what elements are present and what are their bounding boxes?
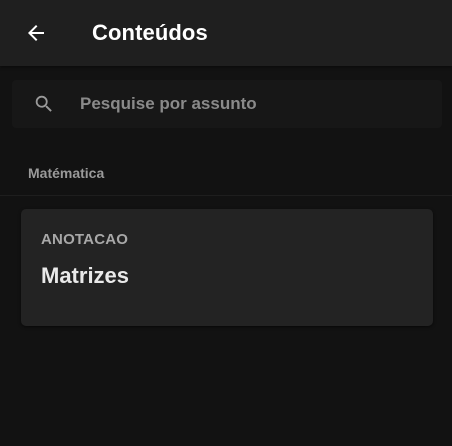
search-input[interactable]: [80, 80, 420, 128]
search-bar[interactable]: [12, 80, 442, 128]
section-divider: [0, 195, 452, 196]
page-title: Conteúdos: [92, 20, 208, 45]
search-icon: [35, 95, 52, 112]
app-screen: Conteúdos Matématica ANOTACAO Matrizes: [0, 0, 452, 446]
card-type-label: ANOTACAO: [41, 231, 129, 248]
back-button[interactable]: [22, 19, 50, 47]
card-title: Matrizes: [41, 263, 130, 288]
arrow-left-icon: [28, 25, 44, 41]
section-header: Matématica: [28, 165, 105, 181]
content-card[interactable]: ANOTACAO Matrizes: [21, 209, 433, 326]
app-bar: Conteúdos: [0, 0, 452, 66]
